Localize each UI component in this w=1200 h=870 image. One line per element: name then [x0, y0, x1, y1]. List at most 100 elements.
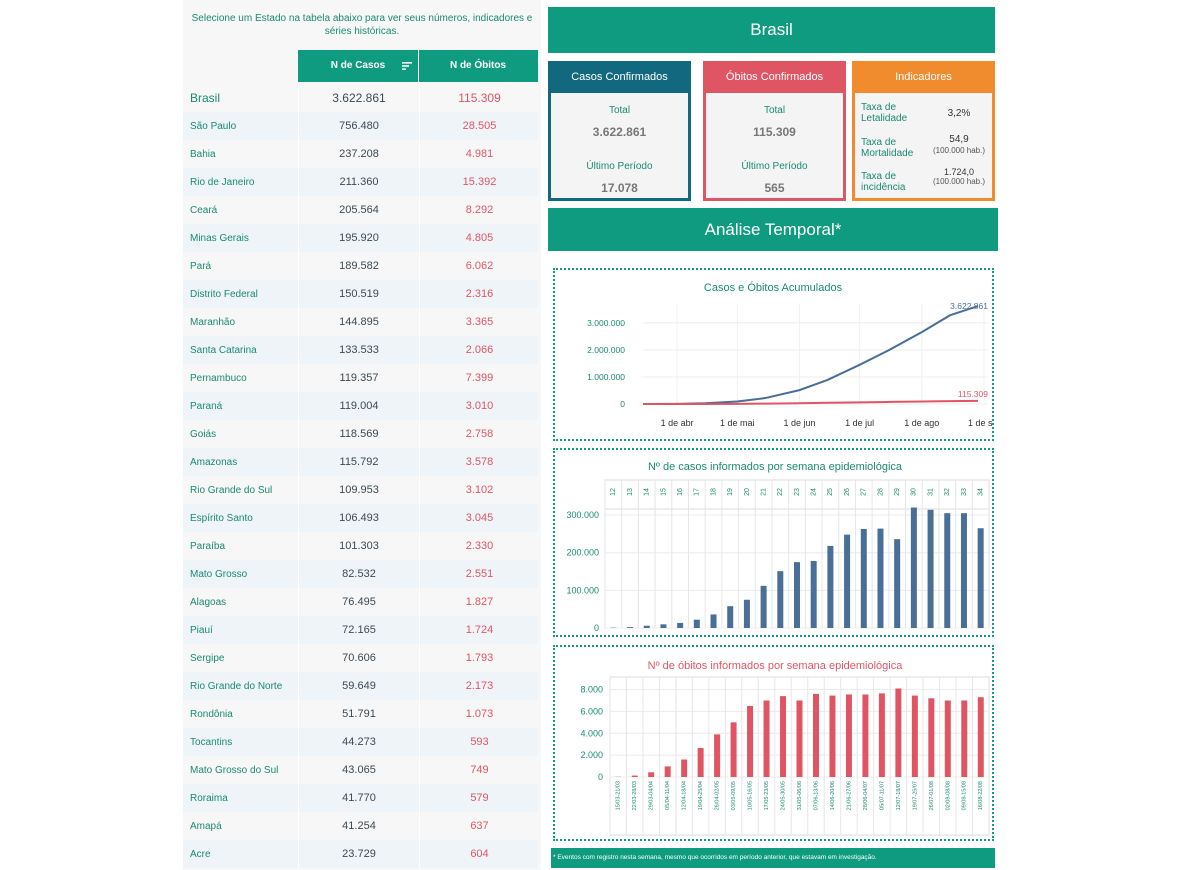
deaths-cell: 1.793	[419, 644, 539, 672]
table-row[interactable]: Amapá 41.254 637	[183, 812, 538, 840]
table-row[interactable]: Ceará 205.564 8.292	[183, 196, 538, 224]
bar	[727, 606, 734, 628]
week-label: 23	[794, 488, 801, 496]
table-row[interactable]: São Paulo 756.480 28.505	[183, 112, 538, 140]
table-row[interactable]: Alagoas 76.495 1.827	[183, 588, 538, 616]
bar	[960, 513, 967, 628]
deaths-cell: 2.173	[419, 672, 539, 700]
state-name: Rondônia	[190, 708, 233, 720]
state-name: Bahia	[190, 148, 216, 160]
table-row[interactable]: Minas Gerais 195.920 4.805	[183, 224, 538, 252]
table-row[interactable]: Paraíba 101.303 2.330	[183, 532, 538, 560]
cases-end-label: 3.622.861	[950, 301, 988, 311]
table-row[interactable]: Pernambuco 119.357 7.399	[183, 364, 538, 392]
table-row[interactable]: Rondônia 51.791 1.073	[183, 700, 538, 728]
y-tick-label: 0	[598, 772, 603, 782]
table-row[interactable]: Rio Grande do Norte 59.649 2.173	[183, 672, 538, 700]
week-range-label: 12/04-18/04	[682, 781, 688, 810]
table-row[interactable]: Goiás 118.569 2.758	[183, 420, 538, 448]
cumulative-chart-svg[interactable]: Casos e Óbitos Acumulados 0 1.000.000 2.000…	[555, 270, 992, 439]
bar	[710, 614, 717, 628]
week-label: 21	[760, 488, 767, 496]
bar	[944, 700, 951, 777]
table-row[interactable]: Espírito Santo 106.493 3.045	[183, 504, 538, 532]
deaths-column-header[interactable]: N de Óbitos	[418, 50, 538, 82]
week-label: 27	[861, 488, 868, 496]
weekly-deaths-chart-svg[interactable]: Nº de óbitos informados por semana epide…	[555, 647, 992, 839]
weekly-cases-chart-svg[interactable]: Nº de casos informados por semana epidem…	[555, 450, 992, 635]
y-tick-label: 2.000	[580, 750, 603, 760]
table-row[interactable]: Mato Grosso 82.532 2.551	[183, 560, 538, 588]
cases-cell: 23.729	[298, 840, 419, 868]
table-row[interactable]: Maranhão 144.895 3.365	[183, 308, 538, 336]
cases-cell: 51.791	[298, 700, 419, 728]
deaths-cell: 579	[419, 784, 539, 812]
table-row[interactable]: Tocantins 44.273 593	[183, 728, 538, 756]
table-row[interactable]: Rio de Janeiro 211.360 15.392	[183, 168, 538, 196]
bar	[648, 772, 655, 777]
deaths-cell: 2.066	[419, 336, 539, 364]
state-name: Goiás	[190, 428, 217, 440]
bar	[844, 534, 851, 628]
week-range-label: 29/03-04/04	[649, 781, 655, 810]
table-row[interactable]: Acre 23.729 604	[183, 840, 538, 868]
table-row[interactable]: Rio Grande do Sul 109.953 3.102	[183, 476, 538, 504]
bar	[730, 722, 737, 777]
cases-cell: 119.004	[298, 392, 419, 420]
deaths-cell: 15.392	[419, 168, 539, 196]
week-label: 30	[911, 488, 918, 496]
lethality-value: 3,2%	[947, 108, 971, 119]
cases-cell: 756.480	[298, 112, 419, 140]
table-row-total[interactable]: Brasil 3.622.861 115.309	[183, 84, 538, 112]
bar	[697, 748, 704, 777]
week-label: 12	[610, 488, 617, 496]
state-name: Acre	[190, 848, 211, 860]
week-label: 29	[894, 488, 901, 496]
table-row[interactable]: Sergipe 70.606 1.793	[183, 644, 538, 672]
cases-column-header[interactable]: N de Casos	[298, 50, 419, 82]
state-name: Mato Grosso do Sul	[190, 764, 279, 776]
chart-title: Nº de óbitos informados por semana epide…	[648, 660, 904, 672]
bar	[862, 694, 869, 777]
bar	[660, 624, 667, 628]
deaths-total-value: 115.309	[753, 125, 796, 139]
bar	[911, 695, 918, 777]
table-row[interactable]: Mato Grosso do Sul 43.065 749	[183, 756, 538, 784]
week-label: 19	[727, 488, 734, 496]
table-row[interactable]: Amazonas 115.792 3.578	[183, 448, 538, 476]
table-row[interactable]: Bahia 237.208 4.981	[183, 140, 538, 168]
table-row[interactable]: Santa Catarina 133.533 2.066	[183, 336, 538, 364]
deaths-cell: 4.805	[419, 224, 539, 252]
week-range-label: 14/06-20/06	[830, 781, 836, 810]
week-range-label: 16/08-22/08	[978, 781, 984, 810]
states-panel: Selecione um Estado na tabela abaixo par…	[183, 0, 541, 870]
x-tick-label: 1 de jun	[783, 418, 815, 428]
table-row[interactable]: Roraima 41.770 579	[183, 784, 538, 812]
sort-icon[interactable]	[402, 61, 412, 71]
bar	[664, 766, 671, 777]
deaths-cell: 593	[419, 728, 539, 756]
bar	[910, 507, 917, 628]
week-range-label: 10/05-16/05	[748, 781, 754, 810]
week-label: 25	[827, 488, 834, 496]
table-row[interactable]: Pará 189.582 6.062	[183, 252, 538, 280]
table-row[interactable]: Distrito Federal 150.519 2.316	[183, 280, 538, 308]
cases-cell: 195.920	[298, 224, 419, 252]
deaths-cell: 3.102	[419, 476, 539, 504]
state-name: Alagoas	[190, 596, 227, 608]
state-name: Amazonas	[190, 456, 238, 468]
table-row[interactable]: Piauí 72.165 1.724	[183, 616, 538, 644]
incidence-unit: (100.000 hab.)	[932, 177, 986, 186]
cumulative-chart: Casos e Óbitos Acumulados 0 1.000.000 2.000…	[553, 268, 994, 441]
deaths-last-label: Último Período	[741, 161, 808, 172]
x-tick-label: 1 de mai	[720, 418, 755, 428]
deaths-cell: 604	[419, 840, 539, 868]
deaths-cell: 3.365	[419, 308, 539, 336]
table-row[interactable]: Paraná 119.004 3.010	[183, 392, 538, 420]
deaths-cell: 6.062	[419, 252, 539, 280]
cases-cell: 72.165	[298, 616, 419, 644]
chart-title: Nº de casos informados por semana epidem…	[648, 461, 903, 473]
week-range-label: 15/03-21/03	[616, 781, 622, 810]
state-name: Tocantins	[190, 736, 233, 748]
cases-cell: 41.770	[298, 784, 419, 812]
